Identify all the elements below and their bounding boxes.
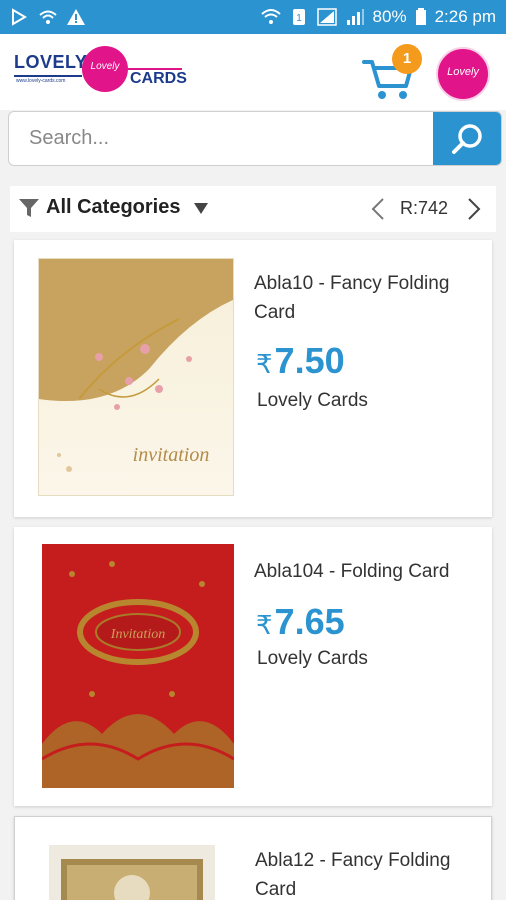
logo-word-lovely: LOVELY (14, 52, 88, 72)
play-store-notification-icon (12, 8, 27, 26)
product-seller: Lovely Cards (257, 648, 368, 669)
logo-url: www.lovely-cards.com (16, 78, 66, 84)
lovely-cards-logo[interactable]: LOVELY www.lovely-cards.com Lovely CARDS (14, 42, 187, 100)
result-range: R:742 (400, 198, 449, 218)
card-invitation-text: invitation (133, 444, 210, 466)
product-name[interactable]: Abla104 - Folding Card (254, 557, 482, 586)
battery-percent: 80% (372, 7, 407, 26)
avatar-logo-text: Lovely (447, 66, 479, 78)
currency-symbol: ₹ (256, 610, 273, 640)
product-name[interactable]: Abla12 - Fancy Folding Card (255, 846, 483, 900)
logo-word-cards: CARDS (130, 70, 187, 87)
logo-underline (14, 75, 82, 77)
search-icon (452, 123, 482, 154)
card-artwork (61, 859, 203, 900)
product-image[interactable]: Invitation (42, 544, 234, 788)
chevron-left-icon[interactable] (370, 198, 386, 220)
product-card[interactable]: Invitation Abla104 - Folding Card ₹7.65 … (14, 527, 492, 806)
product-image[interactable]: invitation (38, 258, 234, 496)
product-price: ₹7.65 (256, 601, 345, 643)
clock: 2:26 pm (434, 7, 496, 26)
signal-bars-icon (346, 9, 364, 25)
wifi-signal-icon (260, 9, 281, 24)
card-artwork: invitation (39, 259, 233, 472)
card-artwork: Invitation (42, 561, 234, 788)
product-name[interactable]: Abla10 - Fancy Folding Card (254, 269, 482, 327)
price-value: 7.50 (274, 340, 345, 381)
warning-icon (67, 9, 85, 25)
wifi-notification-icon (39, 10, 57, 24)
filter-funnel-icon[interactable] (18, 197, 40, 219)
status-bar: 1 80% 2:26 pm (0, 0, 506, 34)
sim-icon: 1 (292, 9, 305, 25)
card-invitation-text: Invitation (110, 627, 165, 642)
product-card[interactable]: Abla12 - Fancy Folding Card (14, 816, 492, 900)
product-price: ₹7.50 (256, 340, 345, 382)
app-header: LOVELY www.lovely-cards.com Lovely CARDS… (0, 34, 506, 110)
chevron-right-icon[interactable] (466, 198, 482, 220)
cart-count-badge: 1 (392, 44, 422, 74)
svg-text:1: 1 (296, 13, 302, 24)
profile-avatar[interactable]: Lovely (436, 47, 490, 101)
cell-signal-icon (316, 8, 337, 26)
battery-icon (415, 8, 426, 25)
search-input[interactable] (9, 112, 433, 165)
cart-button[interactable]: 1 (362, 44, 422, 102)
product-card[interactable]: invitation Abla10 - Fancy Folding Card ₹… (14, 240, 492, 517)
search-bar (8, 111, 502, 166)
logo-script: Lovely (90, 61, 120, 72)
category-dropdown[interactable]: All Categories (46, 196, 180, 219)
filter-bar: All Categories R:742 (10, 186, 496, 232)
product-image[interactable] (49, 845, 215, 900)
search-button[interactable] (433, 112, 501, 165)
currency-symbol: ₹ (256, 349, 273, 379)
caret-down-icon[interactable] (194, 203, 208, 215)
price-value: 7.65 (274, 601, 345, 642)
product-seller: Lovely Cards (257, 390, 368, 411)
